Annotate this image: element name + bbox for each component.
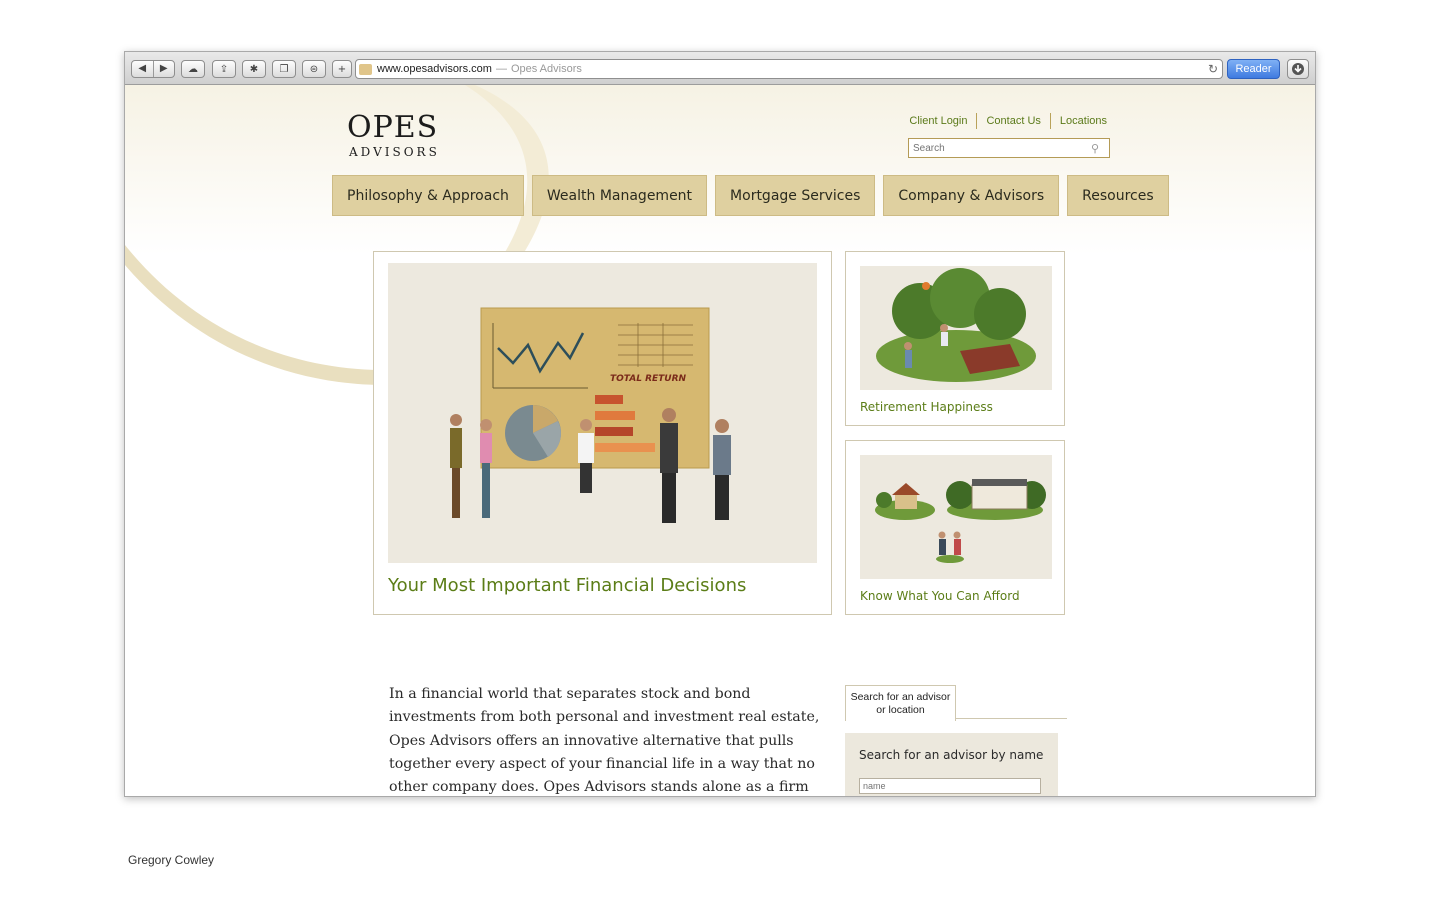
feature-illustration: TOTAL RETURN [388,263,817,563]
back-forward-buttons[interactable]: ◀ ▶ [131,60,175,78]
favicon-icon [359,63,372,75]
reader-button[interactable]: Reader [1227,59,1280,79]
site-search: ⚲ [908,138,1110,158]
utility-links: Client Login Contact Us Locations [900,113,1107,129]
tab-divider [956,718,1067,719]
top-sites-icon[interactable]: ✱ [242,60,266,78]
page-title: Opes Advisors [510,63,582,75]
retirement-caption[interactable]: Retirement Happiness [860,400,993,414]
search-input[interactable] [913,140,1091,156]
browser-window: ◀ ▶ ☁ ⇪ ✱ ❐ ⊜ + www.opesadvisors.com — O… [124,51,1316,797]
downloads-icon[interactable] [1287,59,1309,79]
nav-resources[interactable]: Resources [1067,175,1169,216]
feature-caption[interactable]: Your Most Important Financial Decisions [388,575,746,596]
total-return-label: TOTAL RETURN [610,374,687,384]
intro-paragraph: In a financial world that separates stoc… [389,686,820,796]
advisor-search-title: Search for an advisor by name [859,748,1044,762]
nav-company-advisors[interactable]: Company & Advisors [883,175,1060,216]
advisor-search-panel: Search for an advisor by name [845,733,1058,796]
designer-credit: Gregory Cowley [128,853,215,867]
bookmarks-icon[interactable]: ⊜ [302,60,326,78]
reload-icon[interactable]: ↻ [1208,62,1218,76]
web-page: OPES ADVISORS Client Login Contact Us Lo… [125,85,1315,796]
nav-wealth-management[interactable]: Wealth Management [531,175,708,216]
back-icon[interactable]: ◀ [132,61,153,77]
history-icon[interactable]: ❐ [272,60,296,78]
contact-us-link[interactable]: Contact Us [977,113,1051,129]
afford-illustration [860,455,1052,579]
advisor-name-input[interactable] [859,778,1041,794]
logo-line2: ADVISORS [349,145,440,159]
locations-link[interactable]: Locations [1051,113,1107,129]
client-login-link[interactable]: Client Login [900,113,978,129]
logo-line1: OPES [347,110,439,145]
retirement-illustration [860,266,1052,390]
feature-card[interactable]: TOTAL RETURN Your Most Important Financi… [373,251,832,615]
advisor-search-tab[interactable]: Search for an advisor or location [845,685,956,721]
url-text: www.opesadvisors.com [377,63,492,75]
icloud-icon[interactable]: ☁ [181,60,205,78]
opes-logo[interactable]: OPES ADVISORS [347,110,440,160]
retirement-card[interactable]: Retirement Happiness [845,251,1065,426]
forward-icon[interactable]: ▶ [152,61,175,77]
afford-caption[interactable]: Know What You Can Afford [860,589,1020,603]
nav-mortgage-services[interactable]: Mortgage Services [715,175,876,216]
new-tab-icon[interactable]: + [332,60,352,78]
search-icon[interactable]: ⚲ [1091,142,1099,155]
browser-toolbar: ◀ ▶ ☁ ⇪ ✱ ❐ ⊜ + www.opesadvisors.com — O… [125,52,1315,85]
nav-philosophy-approach[interactable]: Philosophy & Approach [332,175,524,216]
share-icon[interactable]: ⇪ [212,60,236,78]
afford-card[interactable]: Know What You Can Afford [845,440,1065,615]
url-separator: — [495,63,507,75]
address-bar[interactable]: www.opesadvisors.com — Opes Advisors ↻ [355,59,1223,79]
main-nav: Philosophy & Approach Wealth Management … [332,175,1169,216]
